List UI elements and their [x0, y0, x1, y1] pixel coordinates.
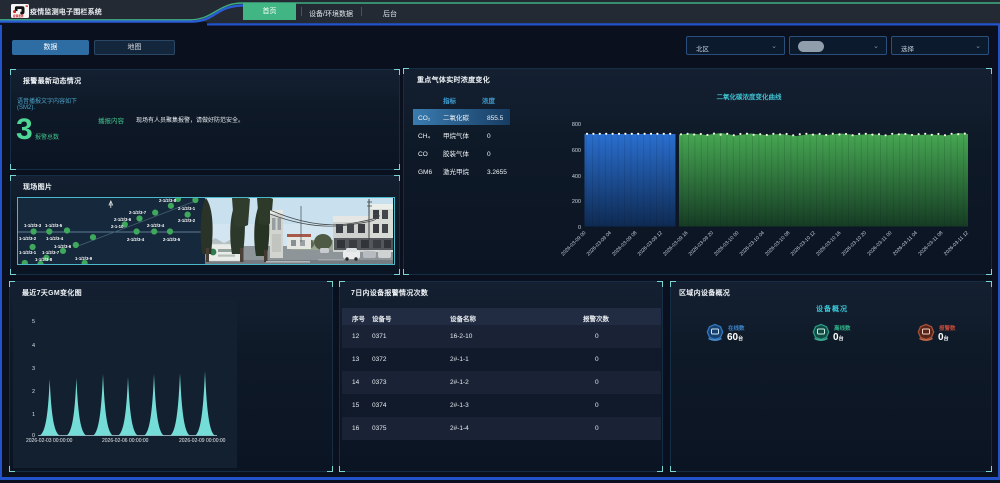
- svg-text:2026-03-09 16: 2026-03-09 16: [662, 230, 689, 257]
- svg-text:2026-03-09 08: 2026-03-09 08: [611, 230, 638, 257]
- svg-text:2026-03-10 16: 2026-03-10 16: [815, 230, 842, 257]
- svg-text:GM6: GM6: [418, 169, 432, 176]
- svg-text:1-1/2/3-1: 1-1/2/3-1: [19, 250, 37, 255]
- svg-text:2026-03-10 12: 2026-03-10 12: [790, 230, 817, 257]
- svg-text:2026-03-09 20: 2026-03-09 20: [688, 230, 715, 257]
- svg-text:800: 800: [572, 122, 581, 128]
- svg-text:1-1/2/3-6: 1-1/2/3-6: [54, 244, 72, 249]
- svg-text:CO₂: CO₂: [418, 115, 431, 122]
- svg-text:胶装气体: 胶装气体: [443, 149, 470, 158]
- svg-text:1-1/2/3-9: 1-1/2/3-9: [75, 256, 93, 261]
- svg-text:2-1-10: 2-1-10: [111, 224, 124, 229]
- svg-text:激光甲烷: 激光甲烷: [443, 167, 470, 176]
- svg-text:0: 0: [578, 225, 581, 231]
- svg-text:2-1/2/3-4: 2-1/2/3-4: [127, 237, 145, 242]
- svg-text:0: 0: [487, 151, 491, 158]
- svg-text:1-1/2/3-3: 1-1/2/3-3: [24, 223, 42, 228]
- svg-text:CH₄: CH₄: [418, 133, 430, 140]
- svg-text:甲烷气体: 甲烷气体: [443, 131, 470, 140]
- svg-text:在线数: 在线数: [728, 324, 745, 332]
- svg-text:2: 2: [32, 389, 35, 395]
- svg-text:3.2655: 3.2655: [487, 169, 507, 176]
- svg-text:2026-03-11 04: 2026-03-11 04: [892, 230, 919, 257]
- svg-text:2026-03-11 08: 2026-03-11 08: [917, 230, 944, 257]
- svg-text:1-1/2/3-2: 1-1/2/3-2: [19, 236, 37, 241]
- svg-text:2026-02-09 00:00:00: 2026-02-09 00:00:00: [179, 438, 226, 444]
- svg-text:1: 1: [32, 412, 35, 418]
- svg-text:2026-03-10 08: 2026-03-10 08: [764, 230, 791, 257]
- svg-text:二氧化碳浓度变化曲线: 二氧化碳浓度变化曲线: [717, 92, 783, 101]
- svg-text:二氧化碳: 二氧化碳: [443, 113, 470, 122]
- svg-text:2026-03-10 04: 2026-03-10 04: [739, 230, 766, 257]
- svg-text:报警数: 报警数: [939, 324, 956, 332]
- svg-text:600: 600: [572, 148, 581, 154]
- svg-text:2-1/2/3-4: 2-1/2/3-4: [147, 223, 165, 228]
- svg-text:2026-03-10 00: 2026-03-10 00: [713, 230, 740, 257]
- svg-text:1-1/2/3-5: 1-1/2/3-5: [45, 223, 63, 228]
- svg-text:3: 3: [32, 366, 35, 372]
- svg-text:2026-03-11 00: 2026-03-11 00: [866, 230, 893, 257]
- svg-text:0: 0: [487, 133, 491, 140]
- svg-text:0台: 0台: [833, 332, 844, 343]
- svg-text:2026-03-11 12: 2026-03-11 12: [943, 230, 970, 257]
- svg-text:2026-02-06 00:00:00: 2026-02-06 00:00:00: [102, 438, 149, 444]
- svg-text:1-1/2/3-8: 1-1/2/3-8: [35, 257, 53, 262]
- svg-text:4: 4: [32, 343, 35, 349]
- svg-text:疫情监测: 疫情监测: [13, 14, 24, 18]
- svg-text:200: 200: [572, 199, 581, 205]
- svg-text:2-1/2/3-6: 2-1/2/3-6: [114, 217, 132, 222]
- svg-text:2026-03-09 12: 2026-03-09 12: [637, 230, 664, 257]
- svg-text:2-1/2/3-7: 2-1/2/3-7: [129, 210, 147, 215]
- svg-text:CO: CO: [418, 151, 428, 158]
- svg-text:2-1/2/3-1: 2-1/2/3-1: [178, 206, 196, 211]
- svg-text:2026-03-10 20: 2026-03-10 20: [841, 230, 868, 257]
- svg-text:2026-02-03 00:00:00: 2026-02-03 00:00:00: [26, 438, 73, 444]
- svg-text:2026-03-09 00: 2026-03-09 00: [560, 230, 587, 257]
- svg-text:400: 400: [572, 174, 581, 180]
- svg-text:指标: 指标: [443, 96, 457, 105]
- svg-text:2-1/2/3-2: 2-1/2/3-2: [178, 218, 196, 223]
- svg-text:0台: 0台: [938, 332, 949, 343]
- svg-text:浓度: 浓度: [482, 96, 496, 105]
- svg-text:1-1/2/3-7: 1-1/2/3-7: [42, 250, 60, 255]
- svg-text:2026-03-09 04: 2026-03-09 04: [586, 230, 613, 257]
- svg-text:2-1/2/3-8: 2-1/2/3-8: [159, 198, 177, 203]
- svg-text:5: 5: [32, 319, 35, 325]
- svg-text:2-1/2/3-5: 2-1/2/3-5: [163, 237, 181, 242]
- svg-text:离线数: 离线数: [834, 324, 851, 332]
- svg-text:60台: 60台: [727, 332, 743, 343]
- svg-text:1-1/2/3-4: 1-1/2/3-4: [46, 236, 64, 241]
- svg-text:855.5: 855.5: [487, 115, 504, 122]
